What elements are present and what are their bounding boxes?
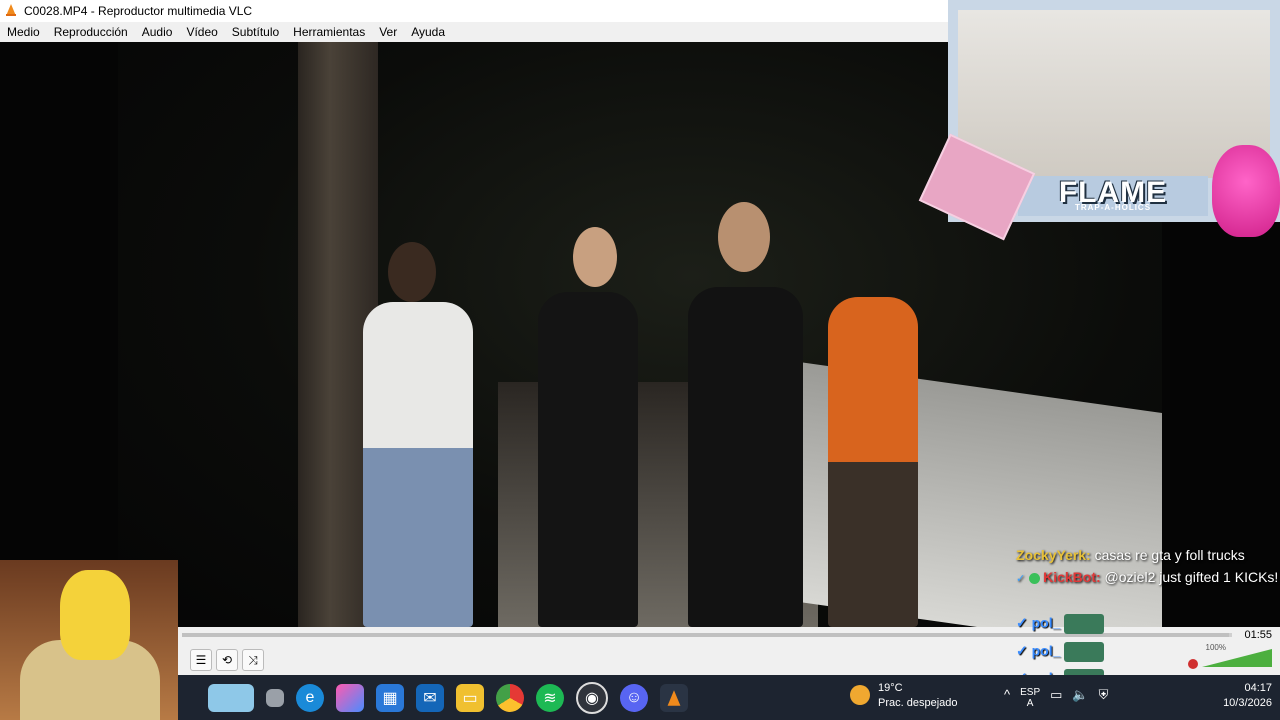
menu-video[interactable]: Vídeo <box>179 25 224 39</box>
mute-icon[interactable] <box>1188 659 1198 669</box>
flame-banner: FLAME TRAP-A-HOLICS <box>1018 176 1208 216</box>
outlook-icon[interactable]: ✉ <box>416 683 444 712</box>
task-view-icon[interactable] <box>266 688 284 707</box>
chat-username: KickBot: <box>1043 569 1101 585</box>
speaker-icon[interactable]: 🔈 <box>1072 687 1088 709</box>
language-indicator[interactable]: ESP A <box>1020 687 1040 709</box>
chat-emote-row: ✓ pol_ <box>1016 614 1105 634</box>
person <box>828 297 918 627</box>
emote-icon <box>1064 642 1105 662</box>
weather-description: Prac. despejado <box>878 697 958 709</box>
person-head <box>573 227 617 287</box>
volume-percent: 100% <box>1205 643 1226 652</box>
system-tray: ^ ESP A ▭ 🔈 ⛨ <box>1004 687 1108 709</box>
chat-text: @oziel2 just gifted 1 KICKs! <box>1100 569 1279 585</box>
chrome-icon[interactable] <box>496 683 524 712</box>
vlc-taskbar-icon[interactable] <box>660 683 688 712</box>
discord-icon[interactable]: ☺ <box>620 683 648 712</box>
windows-taskbar: e ▦ ✉ ▭ ≋ ◉ ☺ 19°C Prac. despejado ^ ESP… <box>178 675 1280 720</box>
loop-icon[interactable]: ⟲ <box>216 649 238 671</box>
clock-time: 04:17 <box>1244 682 1272 694</box>
clock[interactable]: 04:17 10/3/2026 <box>1223 681 1272 711</box>
verified-icon: ✓ <box>1016 614 1028 631</box>
chevron-up-icon[interactable]: ^ <box>1004 687 1010 709</box>
menu-bar: Medio Reproducción Audio Vídeo Subtítulo… <box>0 22 948 42</box>
chat-message: ✓ KickBot: @oziel2 just gifted 1 KICKs! <box>1016 566 1280 590</box>
person <box>538 292 638 627</box>
obs-icon[interactable]: ◉ <box>576 681 608 714</box>
window-title-bar: C0028.MP4 - Reproductor multimedia VLC <box>0 0 948 22</box>
spotify-icon[interactable]: ≋ <box>536 683 564 712</box>
person <box>688 287 803 627</box>
chat-username: pol_ <box>1031 614 1061 631</box>
chat-emote-row: ✓ pol_ <box>1016 642 1105 662</box>
window-title: C0028.MP4 - Reproductor multimedia VLC <box>24 4 253 18</box>
clock-date: 10/3/2026 <box>1223 697 1272 709</box>
emote-icon <box>1064 614 1105 634</box>
menu-reproduccion[interactable]: Reproducción <box>47 25 135 39</box>
volume-slider[interactable]: 100% <box>1202 643 1272 669</box>
chat-username: ZockyYerk: <box>1016 547 1091 563</box>
menu-subtitulo[interactable]: Subtítulo <box>225 25 286 39</box>
bot-badge-icon <box>1029 572 1041 584</box>
menu-audio[interactable]: Audio <box>135 25 180 39</box>
verified-icon: ✓ <box>1016 642 1028 659</box>
homer-overlay-image <box>0 560 178 720</box>
menu-herramientas[interactable]: Herramientas <box>286 25 372 39</box>
playlist-icon[interactable]: ☰ <box>190 649 212 671</box>
chat-text: casas re gta y foll trucks <box>1090 547 1245 563</box>
weather-icon <box>850 685 870 705</box>
shuffle-icon[interactable]: ⤨ <box>242 649 264 671</box>
widgets-icon[interactable] <box>208 683 254 712</box>
vlc-cone-icon <box>4 3 18 20</box>
homer-head <box>60 570 130 660</box>
chat-username: pol_ <box>1031 642 1061 659</box>
edge-icon[interactable]: e <box>296 683 324 712</box>
copilot-icon[interactable] <box>336 683 364 712</box>
menu-ayuda[interactable]: Ayuda <box>404 25 452 39</box>
player-controls: 01:55 ☰ ⟲ ⤨ 100% <box>178 627 1280 675</box>
temperature: 19°C <box>878 682 903 694</box>
weather-widget[interactable]: 19°C Prac. despejado <box>850 681 958 711</box>
menu-ver[interactable]: Ver <box>372 25 404 39</box>
person-head <box>388 242 436 302</box>
elapsed-time: 01:55 <box>1244 629 1272 641</box>
file-explorer-icon[interactable]: ▭ <box>456 683 484 712</box>
store-icon[interactable]: ▦ <box>376 683 404 712</box>
security-icon[interactable]: ⛨ <box>1099 687 1109 709</box>
verified-icon: ✓ <box>1016 573 1026 585</box>
person-head <box>718 202 770 272</box>
menu-medio[interactable]: Medio <box>0 25 47 39</box>
person <box>363 302 473 627</box>
playback-buttons: ☰ ⟲ ⤨ <box>190 649 264 671</box>
network-icon[interactable]: ▭ <box>1050 687 1062 709</box>
buddha-sticker <box>1212 145 1280 237</box>
stream-chat: ZockyYerk: casas re gta y foll trucks ✓ … <box>1016 544 1280 590</box>
chat-message: ZockyYerk: casas re gta y foll trucks <box>1016 544 1280 566</box>
